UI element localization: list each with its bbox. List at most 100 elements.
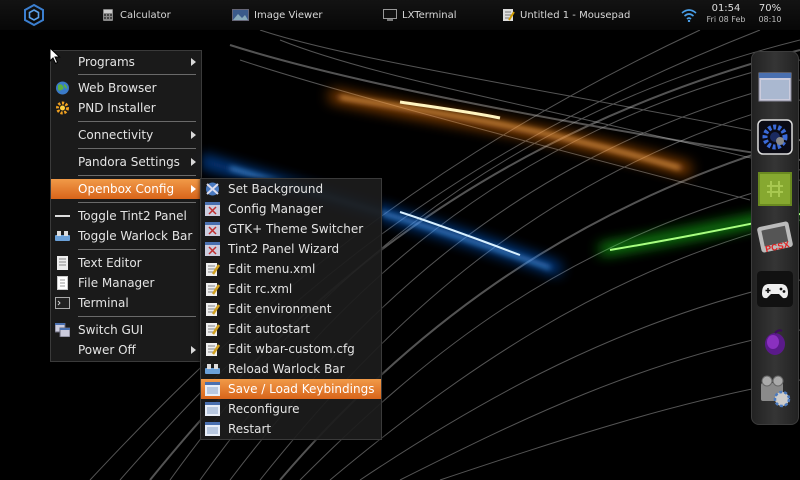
menu-item-toggle-warlock-bar[interactable]: Toggle Warlock Bar xyxy=(51,226,201,246)
menu-item-label: GTK+ Theme Switcher xyxy=(228,222,364,236)
clock-date: Fri 08 Feb xyxy=(706,15,746,24)
clock-time: 01:54 xyxy=(711,3,741,14)
menu-item-edit-autostart[interactable]: Edit autostart xyxy=(201,319,381,339)
menu-item-file-manager[interactable]: File Manager xyxy=(51,273,201,293)
submenu-arrow-icon xyxy=(191,346,196,354)
menu-item-pandora-settings[interactable]: Pandora Settings xyxy=(51,152,201,172)
edit-file-icon xyxy=(206,323,220,336)
menu-item-reload-warlock-bar[interactable]: Reload Warlock Bar xyxy=(201,359,381,379)
menu-item-label: Edit wbar-custom.cfg xyxy=(228,342,355,356)
menu-item-label: Programs xyxy=(78,55,135,69)
openbox-root-menu: Programs Web Browser PND Installer Conne… xyxy=(50,50,202,362)
battery-indicator[interactable]: 70% 08:10 xyxy=(752,3,788,25)
menu-item-web-browser[interactable]: Web Browser xyxy=(51,78,201,98)
window-icon xyxy=(205,422,220,436)
submenu-arrow-icon xyxy=(191,185,196,193)
file-manager-icon xyxy=(57,276,68,290)
menu-separator xyxy=(78,175,196,176)
menu-item-label: Tint2 Panel Wizard xyxy=(228,242,340,256)
switch-gui-icon xyxy=(55,323,70,337)
window-icon xyxy=(205,382,220,396)
submenu-arrow-icon xyxy=(191,131,196,139)
dock-bar-icon xyxy=(205,364,220,374)
menu-item-restart[interactable]: Restart xyxy=(201,419,381,439)
window-app-icon[interactable] xyxy=(757,69,793,105)
task-label: Untitled 1 - Mousepad xyxy=(520,9,631,21)
terminal-icon xyxy=(55,297,70,309)
menu-item-label: Terminal xyxy=(78,296,129,310)
menu-item-label: Openbox Config xyxy=(78,182,175,196)
clock[interactable]: 01:54 Fri 08 Feb xyxy=(706,3,746,25)
menu-item-label: Edit rc.xml xyxy=(228,282,293,296)
pandora-logo-icon[interactable] xyxy=(22,3,46,27)
menu-item-edit-wbar-custom-cfg[interactable]: Edit wbar-custom.cfg xyxy=(201,339,381,359)
menu-separator xyxy=(78,74,196,75)
terminal-icon xyxy=(383,9,397,21)
edit-file-icon xyxy=(206,263,220,276)
menu-item-openbox-config[interactable]: Openbox Config xyxy=(51,179,201,199)
menu-item-label: Reload Warlock Bar xyxy=(228,362,345,376)
window-icon xyxy=(205,402,220,416)
menu-item-connectivity[interactable]: Connectivity xyxy=(51,125,201,145)
menu-separator xyxy=(78,249,196,250)
text-editor-icon xyxy=(503,9,515,21)
menu-item-terminal[interactable]: Terminal xyxy=(51,293,201,313)
menu-item-label: Web Browser xyxy=(78,81,157,95)
task-calculator[interactable]: Calculator xyxy=(101,7,171,23)
task-mousepad[interactable]: Untitled 1 - Mousepad xyxy=(501,7,630,23)
menu-separator xyxy=(78,148,196,149)
task-image-viewer[interactable]: Image Viewer xyxy=(232,7,323,23)
wifi-icon[interactable] xyxy=(681,8,697,22)
notepad-icon xyxy=(57,256,68,270)
menu-item-label: Reconfigure xyxy=(228,402,300,416)
gamepad-icon[interactable] xyxy=(757,271,793,307)
menu-item-edit-environment[interactable]: Edit environment xyxy=(201,299,381,319)
task-lxterminal[interactable]: LXTerminal xyxy=(383,7,457,23)
image-viewer-icon xyxy=(232,9,249,21)
task-label: Calculator xyxy=(120,9,171,21)
menu-separator xyxy=(78,202,196,203)
gear-icon xyxy=(56,101,69,115)
menu-item-text-editor[interactable]: Text Editor xyxy=(51,253,201,273)
edit-file-icon xyxy=(206,303,220,316)
menu-item-gtk-theme-switcher[interactable]: GTK+ Theme Switcher xyxy=(201,219,381,239)
purple-orb-icon[interactable] xyxy=(757,325,793,361)
menu-item-edit-menu-xml[interactable]: Edit menu.xml xyxy=(201,259,381,279)
menu-item-label: Connectivity xyxy=(78,128,154,142)
calculator-icon xyxy=(103,9,113,21)
menu-item-config-manager[interactable]: Config Manager xyxy=(201,199,381,219)
menu-item-label: PND Installer xyxy=(78,101,156,115)
menu-item-power-off[interactable]: Power Off xyxy=(51,340,201,360)
pcsx-emulator-icon[interactable]: PCSX xyxy=(757,219,793,255)
task-label: Image Viewer xyxy=(254,9,323,21)
top-taskbar: Calculator Image Viewer LXTerminal Untit… xyxy=(0,0,800,30)
menu-item-tint2-panel-wizard[interactable]: Tint2 Panel Wizard xyxy=(201,239,381,259)
menu-item-label: Pandora Settings xyxy=(78,155,180,169)
menu-item-pnd-installer[interactable]: PND Installer xyxy=(51,98,201,118)
config-icon xyxy=(205,222,220,236)
submenu-arrow-icon xyxy=(191,158,196,166)
video-settings-icon[interactable] xyxy=(757,373,793,409)
background-icon xyxy=(206,182,219,196)
battery-time: 08:10 xyxy=(758,15,782,24)
green-app-icon[interactable] xyxy=(757,171,793,207)
menu-item-set-background[interactable]: Set Background xyxy=(201,179,381,199)
menu-item-label: Edit environment xyxy=(228,302,332,316)
warlock-dock-bar: PCSX xyxy=(751,51,799,425)
menu-item-switch-gui[interactable]: Switch GUI xyxy=(51,320,201,340)
task-label: LXTerminal xyxy=(402,9,457,21)
menu-item-label: Toggle Warlock Bar xyxy=(78,229,193,243)
mouse-cursor-icon xyxy=(49,47,61,65)
menu-item-label: Power Off xyxy=(78,343,136,357)
menu-item-edit-rc-xml[interactable]: Edit rc.xml xyxy=(201,279,381,299)
menu-item-toggle-tint2-panel[interactable]: Toggle Tint2 Panel xyxy=(51,206,201,226)
menu-item-label: Restart xyxy=(228,422,272,436)
edit-file-icon xyxy=(206,343,220,356)
menu-item-label: Save / Load Keybindings xyxy=(228,382,375,396)
menu-item-reconfigure[interactable]: Reconfigure xyxy=(201,399,381,419)
config-icon xyxy=(205,202,220,216)
menu-item-programs[interactable]: Programs xyxy=(51,52,201,72)
edit-file-icon xyxy=(206,283,220,296)
gear-cog-app-icon[interactable] xyxy=(757,119,793,155)
menu-item-save-load-keybindings[interactable]: Save / Load Keybindings xyxy=(201,379,381,399)
